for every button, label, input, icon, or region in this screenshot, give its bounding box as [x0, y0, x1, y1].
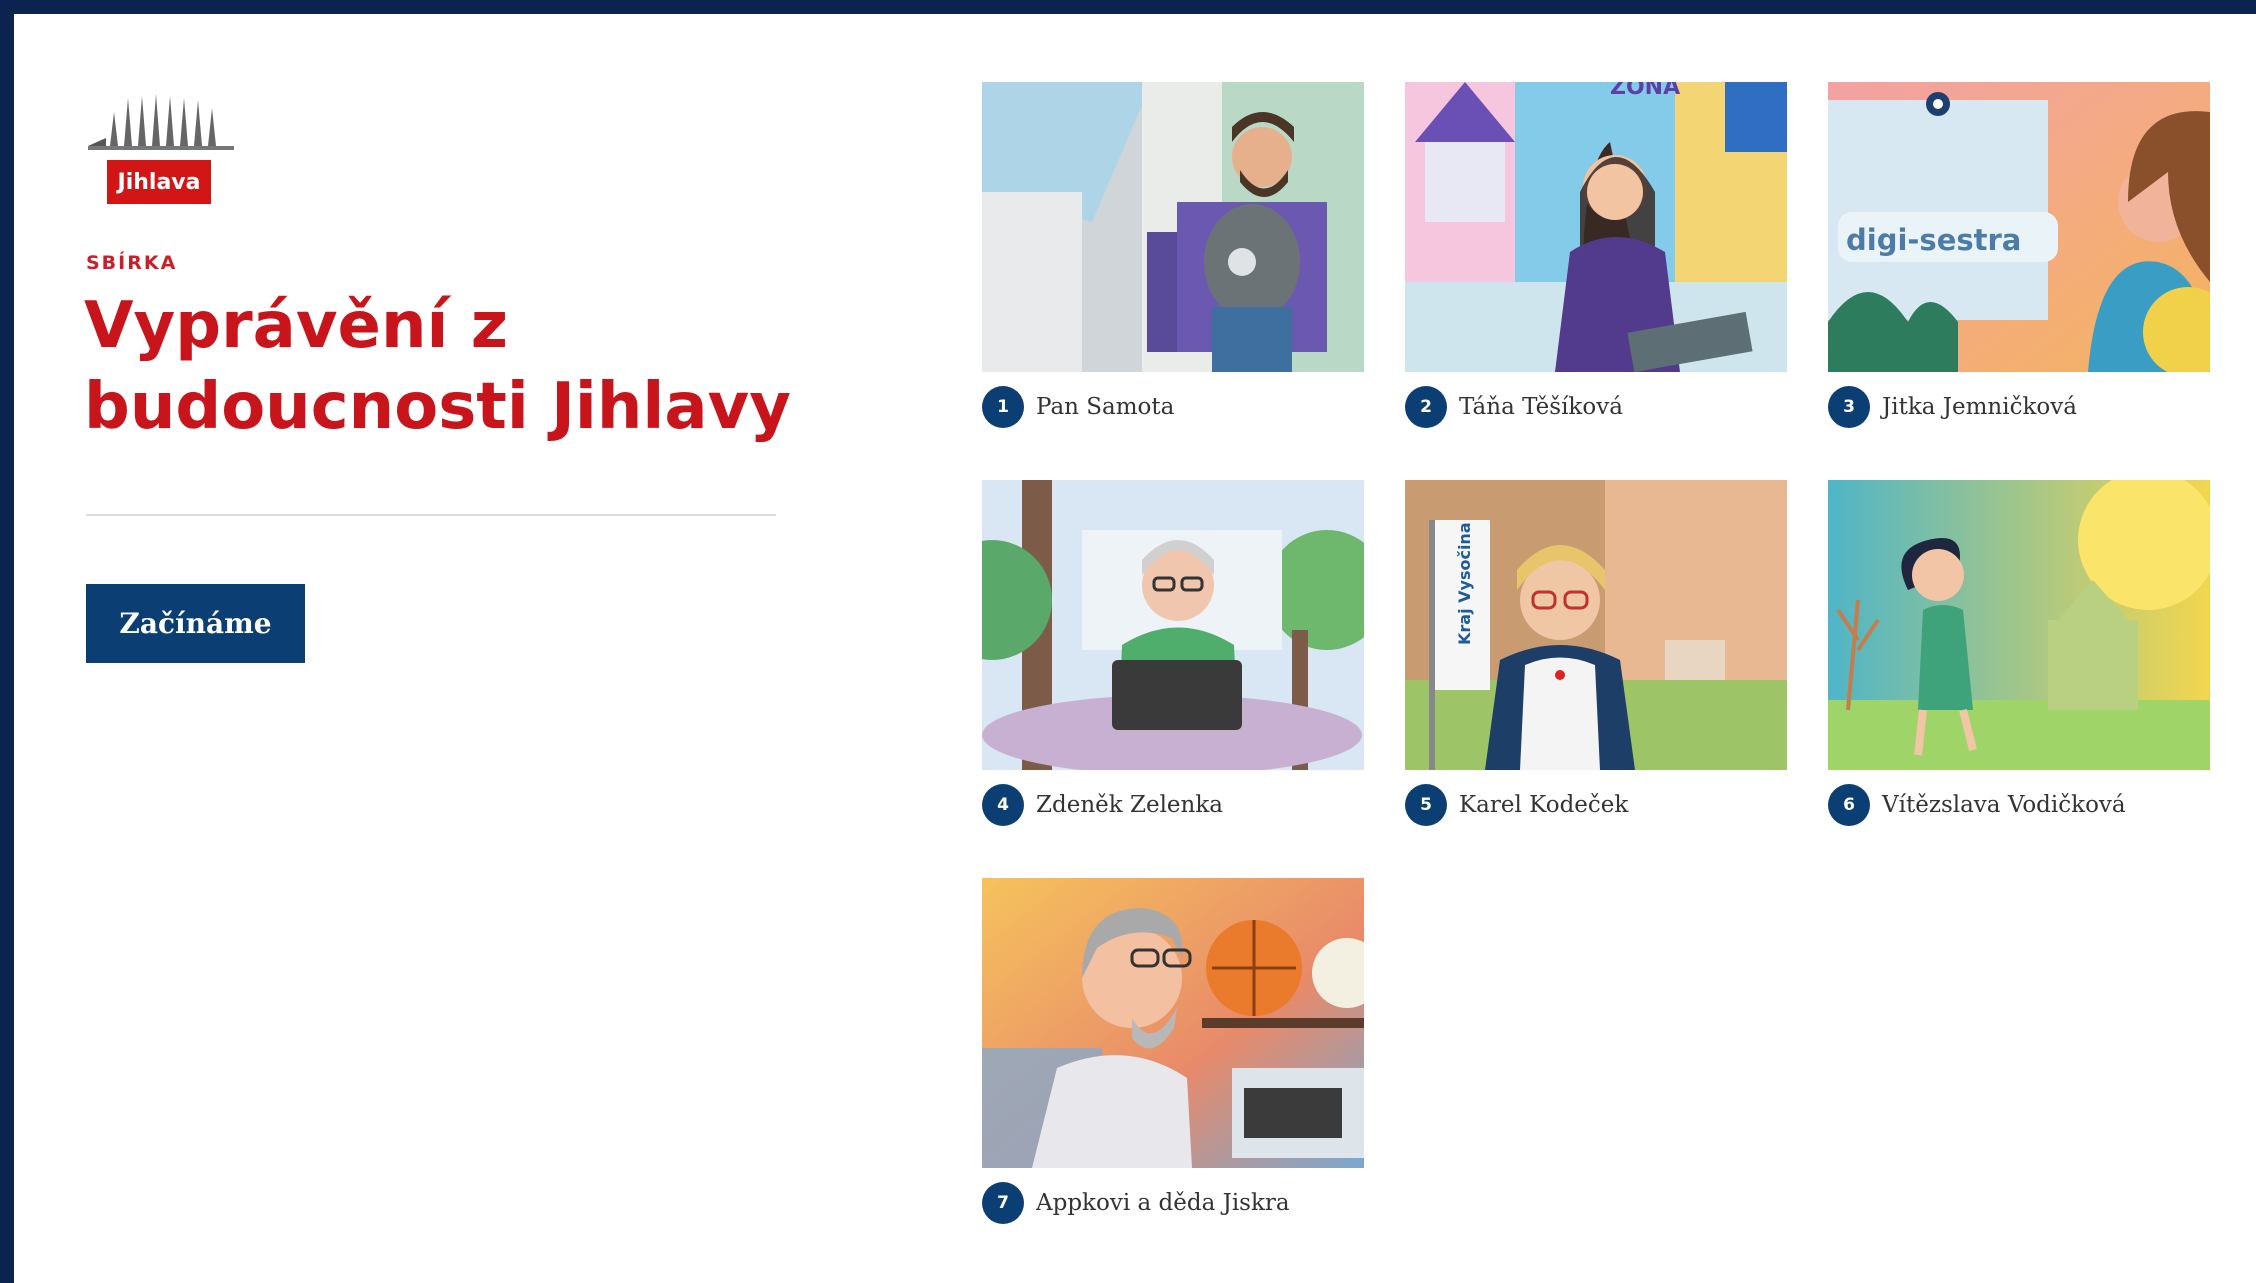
zona-text: ZONA [1610, 82, 1680, 100]
story-title[interactable]: Karel Kodeček [1459, 792, 1628, 818]
start-button[interactable]: Začínáme [86, 584, 305, 663]
story-number: 7 [982, 1182, 1024, 1224]
page-frame: Jihlava SBÍRKA Vyprávění z budoucnosti J… [14, 14, 2256, 1283]
story-card-6[interactable]: 6 Vítězslava Vodičková [1828, 480, 2210, 850]
jihlava-logo[interactable]: Jihlava [86, 82, 236, 208]
story-image-4[interactable] [982, 480, 1364, 770]
page-title: Vyprávění z budoucnosti Jihlavy [84, 286, 844, 448]
story-image-5[interactable]: Kraj Vysočina [1405, 480, 1787, 770]
story-card-7[interactable]: 7 Appkovi a děda Jiskra [982, 878, 1364, 1248]
title-line-2: budoucnosti Jihlavy [84, 370, 791, 444]
logo-badge: Jihlava [107, 160, 211, 204]
story-image-6[interactable] [1828, 480, 2210, 770]
story-number: 3 [1828, 386, 1870, 428]
story-number: 2 [1405, 386, 1447, 428]
story-image-2[interactable]: ZONA [1405, 82, 1787, 372]
story-card-4[interactable]: 4 Zdeněk Zelenka [982, 480, 1364, 850]
story-number: 4 [982, 784, 1024, 826]
story-title[interactable]: Appkovi a děda Jiskra [1036, 1190, 1290, 1216]
story-card-2[interactable]: ZONA 2 Táňa Těšíková [1405, 82, 1787, 452]
kraj-vysocina-text: Kraj Vysočina [1455, 522, 1474, 645]
story-image-1[interactable] [982, 82, 1364, 372]
divider [86, 514, 776, 516]
story-title[interactable]: Táňa Těšíková [1459, 394, 1623, 420]
story-number: 5 [1405, 784, 1447, 826]
story-image-7[interactable] [982, 878, 1364, 1168]
story-title[interactable]: Pan Samota [1036, 394, 1174, 420]
digi-sestra-text: digi-sestra [1846, 223, 2021, 257]
story-card-1[interactable]: 1 Pan Samota [982, 82, 1364, 452]
story-card-3[interactable]: digi-sestra 3 Jitka Jemničková [1828, 82, 2210, 452]
title-line-1: Vyprávění z [84, 289, 508, 363]
section-kicker: SBÍRKA [86, 252, 178, 274]
story-image-3[interactable]: digi-sestra [1828, 82, 2210, 372]
story-number: 1 [982, 386, 1024, 428]
story-title[interactable]: Jitka Jemničková [1882, 394, 2077, 420]
story-card-5[interactable]: Kraj Vysočina 5 Karel Kodeček [1405, 480, 1787, 850]
story-title[interactable]: Zdeněk Zelenka [1036, 792, 1223, 818]
story-number: 6 [1828, 784, 1870, 826]
city-skyline-icon [88, 94, 234, 150]
story-title[interactable]: Vítězslava Vodičková [1882, 792, 2126, 818]
